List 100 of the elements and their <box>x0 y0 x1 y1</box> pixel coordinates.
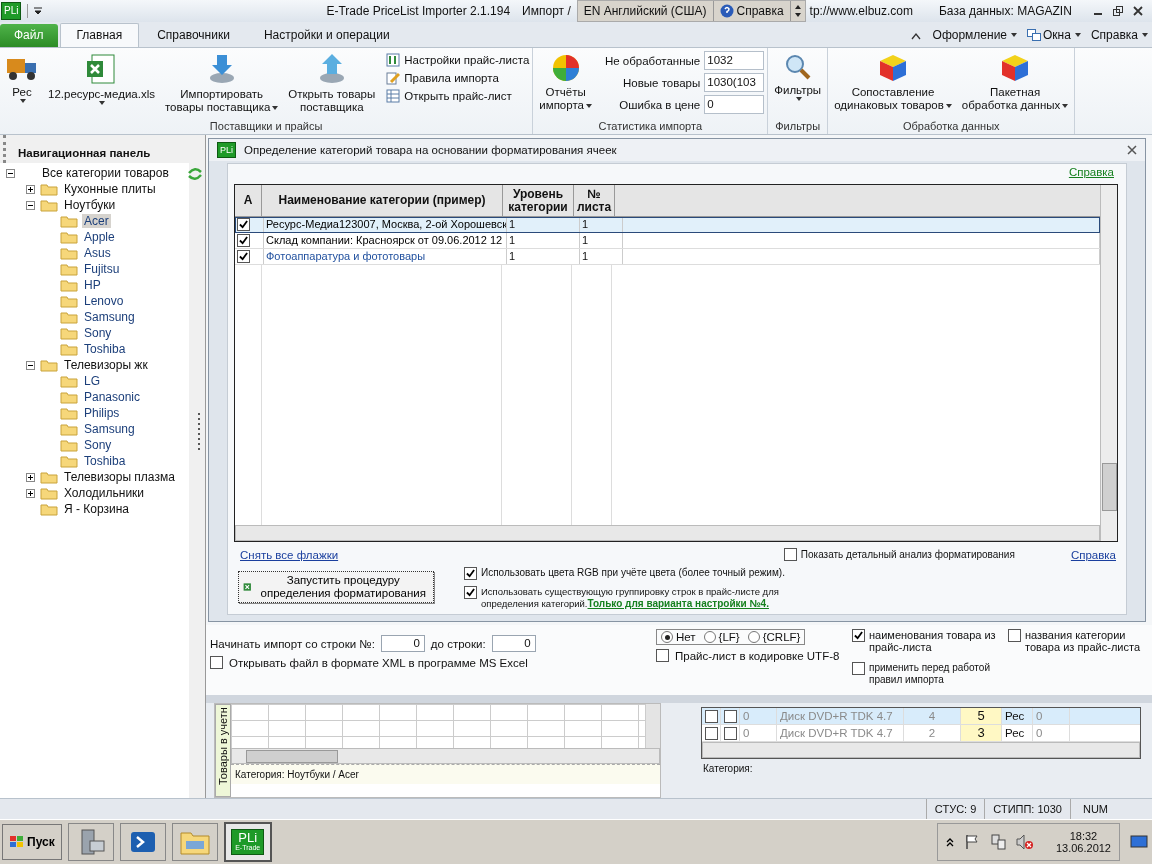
checkbox[interactable] <box>464 586 477 599</box>
run-button[interactable]: Запустить процедуру определения форматирования <box>238 571 434 603</box>
input-field[interactable]: 0 <box>380 635 425 652</box>
tree-item[interactable]: Sony <box>82 326 114 340</box>
tree-item[interactable]: Холодильники <box>62 486 147 500</box>
collapse-toggle[interactable] <box>26 360 38 370</box>
checkbox[interactable] <box>852 629 865 642</box>
settings-variant-link[interactable]: Только для варианта настройки №4. <box>587 598 769 609</box>
menu-dropdown[interactable]: Справка <box>1086 28 1152 47</box>
tree-item[interactable]: Я - Корзина <box>62 502 132 516</box>
column-header[interactable]: A <box>235 185 262 216</box>
tree-item[interactable]: Philips <box>82 406 122 420</box>
show-desktop-icon[interactable] <box>1130 835 1148 849</box>
language-selector[interactable]: EN Английский (США) <box>577 1 714 21</box>
ribbon-button[interactable]: Открыть товары поставщика <box>285 51 379 116</box>
column-header[interactable]: № листа <box>574 185 615 216</box>
tree-item[interactable]: Кухонные плиты <box>62 182 158 196</box>
tree-item[interactable]: Asus <box>82 246 113 260</box>
ribbon-tab[interactable]: Главная <box>59 23 140 48</box>
checkbox[interactable] <box>705 709 718 723</box>
chevron-up-icon[interactable] <box>945 837 954 847</box>
table-row[interactable]: 0 Диск DVD+R TDK 4.7 4 5 Рес 0 <box>702 708 1140 725</box>
tree-item[interactable]: Все категории товаров <box>40 166 171 180</box>
radio-button[interactable] <box>703 631 716 643</box>
help-link[interactable]: Справка <box>1068 166 1114 180</box>
help-link[interactable]: Справка <box>1070 548 1116 561</box>
tree-item[interactable]: HP <box>82 278 103 292</box>
menu-dropdown[interactable]: Окна <box>1023 28 1085 47</box>
help-button[interactable]: Справка <box>713 1 791 21</box>
ribbon-tab[interactable]: Настройки и операции <box>247 24 406 48</box>
ribbon-button[interactable]: Сопоставление одинаковых товаров <box>831 51 955 114</box>
ribbon-button[interactable]: Пакетная обработка данных <box>958 51 1072 114</box>
tree-item[interactable]: Apple <box>82 230 117 244</box>
checkbox[interactable] <box>1008 629 1021 642</box>
checkbox[interactable] <box>724 726 737 740</box>
checkbox[interactable] <box>237 250 250 263</box>
collapse-toggle[interactable] <box>6 168 18 178</box>
start-button[interactable]: Пуск <box>2 824 62 860</box>
tree-item[interactable]: Lenovo <box>82 294 126 308</box>
collapse-ribbon-icon[interactable] <box>910 32 921 40</box>
tree-item[interactable]: Телевизоры плазма <box>62 470 177 484</box>
ribbon-button[interactable]: Рес <box>3 51 41 105</box>
checkbox[interactable] <box>237 218 250 231</box>
ribbon-button[interactable]: Отчёты импорта <box>536 51 595 114</box>
caret-icon[interactable] <box>34 7 43 15</box>
ribbon-button[interactable]: Настройки прайс-листа <box>386 53 530 67</box>
expand-toggle[interactable] <box>26 472 38 482</box>
tree-item[interactable]: Samsung <box>82 422 137 436</box>
tree-item[interactable]: Panasonic <box>82 390 143 404</box>
tree-item[interactable]: LG <box>82 374 102 388</box>
vertical-tab[interactable]: Товары в учетн <box>215 704 231 797</box>
checkbox[interactable] <box>656 649 669 662</box>
taskbar-button[interactable] <box>67 823 114 861</box>
menu-dropdown[interactable]: Оформление <box>928 28 1022 47</box>
expand-toggle[interactable] <box>26 488 38 498</box>
ribbon-button[interactable]: 12.ресурс-медиа.xls <box>45 51 158 107</box>
close-icon[interactable] <box>1127 145 1137 155</box>
ribbon-tab[interactable]: Справочники <box>141 24 246 48</box>
tree-item[interactable]: Телевизоры жк <box>62 358 150 372</box>
checkbox[interactable] <box>210 656 223 669</box>
network-icon[interactable] <box>989 834 1006 850</box>
tree-item[interactable]: Acer <box>82 214 111 228</box>
radio-button[interactable] <box>747 631 760 643</box>
column-header[interactable]: Наименование категории (пример) <box>262 185 503 216</box>
ribbon-button[interactable]: Импортировать товары поставщика <box>161 51 282 116</box>
ribbon-button[interactable]: Открыть прайс-лист <box>386 89 530 103</box>
checkbox[interactable] <box>237 234 250 247</box>
tree-item[interactable]: Fujitsu <box>82 262 122 276</box>
clear-checks-link[interactable]: Снять все флажки <box>240 548 339 561</box>
checkbox[interactable] <box>783 548 797 561</box>
input-field[interactable]: 0 <box>491 635 536 652</box>
tree-item[interactable]: Toshiba <box>82 342 128 356</box>
tree-item[interactable]: Sony <box>82 438 114 452</box>
muted-speaker-icon[interactable] <box>1015 834 1034 850</box>
scrollbar[interactable] <box>235 525 1100 541</box>
folder-icon <box>60 454 78 468</box>
scrollbar[interactable] <box>1100 185 1117 541</box>
column-header[interactable]: Уровень категории <box>503 185 574 216</box>
collapse-toggle[interactable] <box>26 200 38 210</box>
table-row[interactable]: Склад компании: Красноярск от 09.06.2012 12 1 1 <box>235 233 1100 249</box>
tree-item[interactable]: Ноутбуки <box>62 198 118 212</box>
close-icon[interactable] <box>1132 5 1144 17</box>
ribbon-button[interactable]: Фильтры <box>771 51 825 103</box>
scrollbar[interactable] <box>702 742 1140 758</box>
taskbar-button[interactable] <box>119 823 166 861</box>
radio-button[interactable] <box>661 631 673 643</box>
restore-icon[interactable] <box>1112 5 1124 17</box>
refresh-icon[interactable] <box>187 167 203 181</box>
scrollbar[interactable] <box>645 704 660 748</box>
checkbox[interactable] <box>852 662 865 675</box>
tree-item[interactable]: Toshiba <box>82 454 128 468</box>
checkbox[interactable] <box>705 726 718 740</box>
flag-icon[interactable] <box>963 834 980 850</box>
tree-item[interactable]: Samsung <box>82 310 137 324</box>
scrollbar[interactable] <box>231 748 660 764</box>
checkbox[interactable] <box>724 709 737 723</box>
expand-toggle[interactable] <box>26 184 38 194</box>
table-row[interactable]: Фотоаппаратура и фототовары 1 1 <box>235 249 1100 265</box>
checkbox[interactable] <box>464 567 477 580</box>
ribbon-button[interactable]: Правила импорта <box>386 71 530 85</box>
